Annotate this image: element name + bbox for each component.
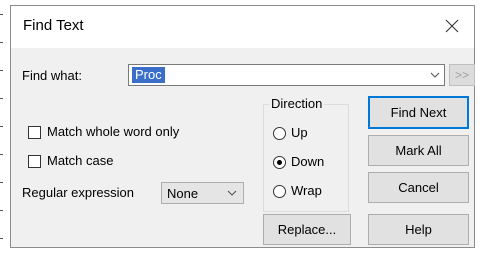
mark-all-button[interactable]: Mark All — [368, 135, 469, 166]
direction-up-label[interactable]: Up — [291, 125, 308, 140]
direction-wrap-radio[interactable] — [273, 185, 286, 198]
match-whole-word-checkbox[interactable] — [28, 126, 41, 139]
direction-up-radio[interactable] — [273, 127, 286, 140]
regular-expression-select[interactable]: None — [161, 182, 244, 204]
match-case-checkbox[interactable] — [28, 155, 41, 168]
find-what-label: Find what: — [22, 68, 82, 83]
regular-expression-value: None — [167, 186, 199, 201]
direction-wrap-label[interactable]: Wrap — [291, 183, 322, 198]
title-bar: Find Text — [11, 6, 474, 48]
regular-expression-label: Regular expression — [22, 185, 135, 200]
find-what-combobox[interactable]: Proc — [128, 64, 445, 86]
close-button[interactable] — [430, 6, 474, 48]
match-case-label[interactable]: Match case — [47, 153, 113, 168]
match-whole-word-label[interactable]: Match whole word only — [47, 124, 179, 139]
background-edge — [0, 0, 10, 253]
direction-down-radio[interactable] — [273, 156, 286, 169]
direction-down-label[interactable]: Down — [291, 154, 324, 169]
chevron-down-icon — [227, 190, 237, 196]
close-icon — [445, 19, 459, 33]
find-what-input-text[interactable]: Proc — [132, 67, 165, 83]
more-options-button[interactable]: >> — [449, 64, 475, 86]
radio-selected-dot — [277, 160, 282, 165]
chevron-down-icon[interactable] — [430, 68, 440, 82]
replace-button[interactable]: Replace... — [263, 214, 351, 245]
direction-label: Direction — [269, 96, 325, 111]
cancel-button[interactable]: Cancel — [368, 172, 469, 203]
dialog-title: Find Text — [23, 17, 84, 34]
help-button[interactable]: Help — [368, 214, 469, 245]
find-next-button[interactable]: Find Next — [368, 96, 469, 129]
find-text-dialog: Find Text Find what: Proc >> Match whole… — [10, 5, 475, 248]
